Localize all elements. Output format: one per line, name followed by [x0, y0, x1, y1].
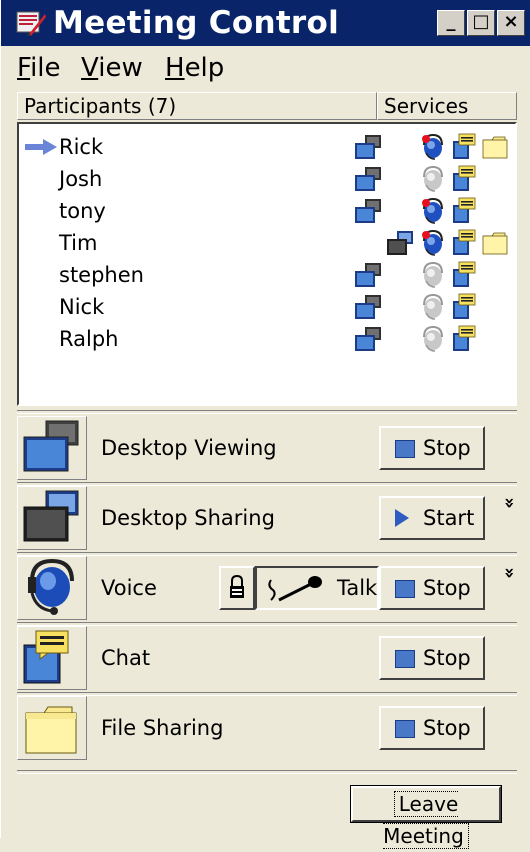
participant-row[interactable]: Ralph [19, 324, 515, 354]
chat-stop-button[interactable]: Stop [379, 636, 485, 680]
voice-stop-button[interactable]: Stop [379, 566, 485, 610]
expand-chevron-icon[interactable]: » [499, 497, 520, 509]
participant-name: tony [59, 199, 106, 223]
file-sharing-label: File Sharing [101, 716, 224, 740]
participant-row[interactable]: Rick [19, 132, 515, 162]
chat-label: Chat [101, 646, 151, 670]
participant-row[interactable]: Josh [19, 164, 515, 194]
chat-icon [17, 626, 87, 690]
headset-icon [419, 165, 445, 193]
services-column-header[interactable]: Services [377, 92, 517, 120]
monitor-icon [353, 165, 381, 193]
play-icon [395, 509, 409, 527]
stop-icon [395, 720, 415, 738]
desktop-sharing-start-button[interactable]: Start [379, 496, 485, 540]
participant-name: Rick [59, 135, 104, 159]
menu-bar: File View Help [1, 46, 530, 88]
participant-name: Nick [59, 295, 105, 319]
divider [17, 410, 517, 414]
monitor-icon [353, 293, 381, 321]
maximize-button[interactable]: □ [467, 10, 495, 36]
folder-icon [17, 696, 87, 760]
maximize-icon: □ [472, 11, 490, 32]
voice-lock-button[interactable] [219, 566, 255, 610]
participant-name: Tim [59, 231, 98, 255]
participant-row[interactable]: tony [19, 196, 515, 226]
folder-icon [481, 229, 508, 257]
stop-icon [395, 580, 415, 598]
participants-list[interactable]: Rick Josh tony Tim stephen Nick Ralph [17, 122, 517, 406]
headset-icon [419, 229, 445, 257]
stop-icon [395, 440, 415, 458]
service-desktop-sharing: Desktop Sharing Start » [17, 486, 520, 552]
minimize-icon: _ [446, 11, 456, 32]
monitor-icon [353, 325, 381, 353]
chat-icon [451, 133, 477, 161]
desktop-viewing-label: Desktop Viewing [101, 436, 277, 460]
participants-column-header[interactable]: Participants (7) [17, 92, 377, 120]
folder-icon [481, 133, 508, 161]
title-bar[interactable]: Meeting Control _ □ × [1, 0, 530, 46]
chat-icon [451, 261, 477, 289]
service-desktop-viewing: Desktop Viewing Stop [17, 416, 517, 482]
chat-icon [451, 325, 477, 353]
service-voice: Voice Talk Stop » [17, 556, 520, 622]
monitor-icon [385, 229, 413, 257]
headset-icon [419, 261, 445, 289]
microphone-icon [268, 576, 322, 602]
expand-chevron-icon[interactable]: » [499, 567, 520, 579]
leave-meeting-button[interactable]: Leave Meeting [350, 785, 502, 849]
divider [17, 770, 517, 774]
participant-name: stephen [59, 263, 144, 287]
monitor-icon [353, 197, 381, 225]
chat-icon [451, 293, 477, 321]
monitor-icon [353, 261, 381, 289]
stop-icon [395, 650, 415, 668]
voice-label: Voice [101, 576, 157, 600]
window-title: Meeting Control [53, 5, 340, 41]
minimize-button[interactable]: _ [437, 10, 465, 36]
headset-icon [419, 293, 445, 321]
meeting-control-window: Meeting Control _ □ × File View Help Par… [0, 0, 530, 849]
chat-icon [451, 197, 477, 225]
monitor-icon [17, 486, 87, 550]
menu-view[interactable]: View [81, 52, 143, 84]
headset-icon [419, 197, 445, 225]
desktop-sharing-label: Desktop Sharing [101, 506, 275, 530]
monitor-icon [17, 416, 87, 480]
participant-row[interactable]: stephen [19, 260, 515, 290]
close-icon: × [503, 11, 519, 32]
participant-row[interactable]: Tim [19, 228, 515, 258]
chat-icon [451, 165, 477, 193]
headset-icon [419, 133, 445, 161]
participant-name: Ralph [59, 327, 119, 351]
current-user-arrow-icon [25, 139, 57, 155]
headset-icon [419, 325, 445, 353]
menu-help[interactable]: Help [165, 52, 224, 84]
participant-name: Josh [59, 167, 103, 191]
file-sharing-stop-button[interactable]: Stop [379, 706, 485, 750]
headset-icon [17, 556, 87, 620]
close-button[interactable]: × [497, 10, 525, 36]
service-chat: Chat Stop [17, 626, 517, 692]
voice-talk-toggle[interactable]: Talk [255, 566, 379, 610]
service-file-sharing: File Sharing Stop [17, 696, 517, 762]
chat-icon [451, 229, 477, 257]
lock-icon [230, 574, 244, 598]
meeting-logo-icon [16, 11, 46, 36]
desktop-viewing-stop-button[interactable]: Stop [379, 426, 485, 470]
participant-row[interactable]: Nick [19, 292, 515, 322]
monitor-icon [353, 133, 381, 161]
menu-file[interactable]: File [17, 52, 61, 84]
